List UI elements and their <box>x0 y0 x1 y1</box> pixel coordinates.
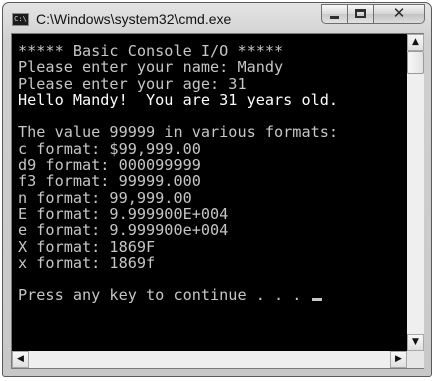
console-client-area: ***** Basic Console I/O ***** Please ent… <box>11 33 424 369</box>
scrollbar-corner <box>407 351 424 368</box>
console-line: x format: 1869f <box>18 253 156 272</box>
console-line: d9 format: 000099999 <box>18 156 201 175</box>
console-line: c format: $99,999.00 <box>18 139 201 158</box>
vertical-scroll-thumb[interactable] <box>407 51 424 74</box>
console-output[interactable]: ***** Basic Console I/O ***** Please ent… <box>12 34 407 351</box>
minimize-button[interactable] <box>321 4 348 24</box>
close-icon: ✕ <box>392 4 406 22</box>
console-line: ***** Basic Console I/O ***** <box>18 42 284 60</box>
down-arrow-icon: ▼ <box>412 337 419 347</box>
scroll-left-button[interactable]: ◀ <box>12 351 29 368</box>
scroll-down-button[interactable]: ▼ <box>407 334 424 351</box>
console-line: Please enter your age: 31 <box>18 74 247 93</box>
console-window: C:\ C:\Windows\system32\cmd.exe ✕ ***** … <box>2 2 432 377</box>
maximize-icon <box>355 9 366 18</box>
console-line: n format: 99,999.00 <box>18 188 192 207</box>
scroll-up-button[interactable]: ▲ <box>407 34 424 51</box>
right-arrow-icon: ▶ <box>395 354 402 364</box>
title-bar[interactable]: C:\ C:\Windows\system32\cmd.exe ✕ <box>3 3 431 33</box>
horizontal-scrollbar[interactable]: ◀ ▶ <box>12 351 407 368</box>
text-cursor <box>311 298 322 302</box>
maximize-button[interactable] <box>347 4 374 24</box>
minimize-icon <box>330 16 339 19</box>
scroll-right-button[interactable]: ▶ <box>390 351 407 368</box>
close-button[interactable]: ✕ <box>373 4 425 24</box>
console-line: f3 format: 99999.000 <box>18 172 201 191</box>
window-title: C:\Windows\system32\cmd.exe <box>36 11 232 27</box>
console-prompt-line: Press any key to continue . . . <box>18 286 407 305</box>
left-arrow-icon: ◀ <box>17 354 24 364</box>
app-icon-label: C:\ <box>14 15 27 23</box>
up-arrow-icon: ▲ <box>412 37 419 47</box>
cmd-app-icon[interactable]: C:\ <box>12 13 29 26</box>
console-line: X format: 1869F <box>18 237 156 256</box>
vertical-scrollbar[interactable]: ▲ ▼ <box>407 34 424 351</box>
console-line: The value 99999 in various formats: <box>18 123 339 142</box>
console-line: Hello Mandy! You are 31 years old. <box>18 90 339 109</box>
console-line: e format: 9.999900e+004 <box>18 221 229 240</box>
console-line: E format: 9.999900E+004 <box>18 204 229 223</box>
continue-prompt: Press any key to continue . . . <box>18 286 311 305</box>
console-line: Please enter your name: Mandy <box>18 58 284 77</box>
